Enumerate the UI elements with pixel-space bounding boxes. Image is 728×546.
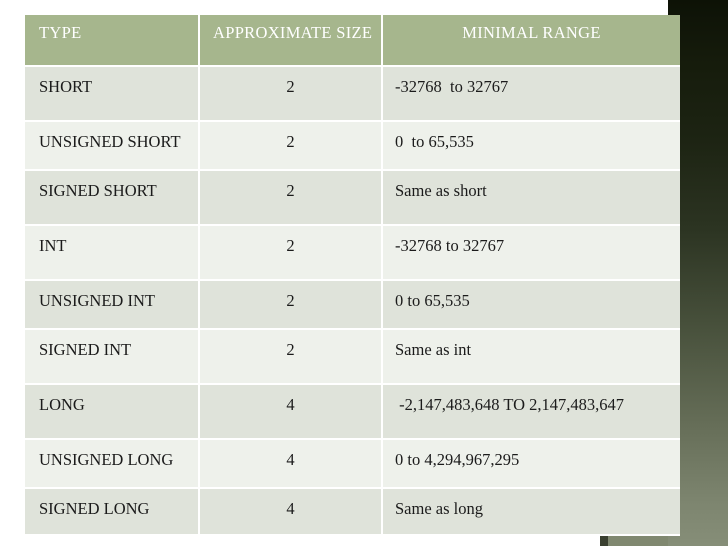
column-header-approximate-size: APPROXIMATE SIZE [199, 15, 383, 67]
column-header-minimal-range: MINIMAL RANGE [382, 15, 680, 67]
table-row: SIGNED LONG 4 Same as long [25, 488, 680, 536]
table-cell-type: SIGNED SHORT [25, 170, 200, 226]
table-cell-range: Same as long [382, 488, 680, 536]
table-cell-type-text: UNSIGNED INT [39, 291, 155, 310]
table-cell-range: Same as short [382, 170, 680, 226]
table-cell-type: SIGNED INT [25, 329, 200, 385]
table-cell-range-text: 0 to 65,535 [395, 291, 470, 310]
table-cell-size: 2 [199, 225, 383, 281]
table-cell-size: 2 [199, 280, 383, 330]
table-cell-size: 2 [199, 329, 383, 385]
table-cell-type-text: SIGNED LONG [39, 499, 150, 518]
table-cell-type-text: INT [39, 236, 67, 255]
table-row: UNSIGNED INT 2 0 to 65,535 [25, 280, 680, 330]
table-cell-size-text: 4 [286, 395, 295, 414]
table-cell-type-text: LONG [39, 395, 85, 414]
table-cell-type-text: UNSIGNED SHORT [39, 132, 181, 151]
table-row: SIGNED INT 2 Same as int [25, 329, 680, 385]
table-cell-range-text: -32768 to 32767 [395, 236, 505, 255]
table-cell-size-text: 4 [286, 450, 295, 469]
table-cell-size-text: 2 [286, 77, 295, 96]
table-cell-type: SIGNED LONG [25, 488, 200, 536]
table-header: TYPE APPROXIMATE SIZE MINIMAL RANGE [25, 15, 680, 67]
table-cell-range-text: 0 to 65,535 [395, 132, 474, 151]
table-cell-type: UNSIGNED INT [25, 280, 200, 330]
table-cell-size: 4 [199, 488, 383, 536]
table-cell-range-text: Same as long [395, 499, 483, 518]
table-cell-range-text: Same as int [395, 340, 472, 359]
table-cell-range: -2,147,483,648 TO 2,147,483,647 [382, 384, 680, 440]
table-cell-size-text: 4 [286, 499, 295, 518]
table-row: UNSIGNED LONG 4 0 to 4,294,967,295 [25, 439, 680, 489]
data-types-table: TYPE APPROXIMATE SIZE MINIMAL RANGE SHOR… [25, 15, 680, 536]
table-cell-size: 4 [199, 384, 383, 440]
column-header-type-label: TYPE [39, 23, 82, 42]
table-cell-size: 2 [199, 170, 383, 226]
table-cell-range-text: -32768 to 32767 [395, 77, 509, 96]
table-cell-size-text: 2 [286, 132, 295, 151]
table-cell-range: 0 to 65,535 [382, 121, 680, 171]
table-cell-type: UNSIGNED LONG [25, 439, 200, 489]
table-cell-type-text: SIGNED SHORT [39, 181, 157, 200]
table-cell-size: 4 [199, 439, 383, 489]
table-cell-type: LONG [25, 384, 200, 440]
table-cell-size-text: 2 [286, 181, 295, 200]
table-cell-type-text: UNSIGNED LONG [39, 450, 174, 469]
table-row: SHORT 2 -32768 to 32767 [25, 66, 680, 122]
table-cell-range: Same as int [382, 329, 680, 385]
table-cell-type-text: SIGNED INT [39, 340, 132, 359]
table-cell-type: INT [25, 225, 200, 281]
table-cell-range: 0 to 65,535 [382, 280, 680, 330]
table-cell-type-text: SHORT [39, 77, 93, 96]
table-cell-range-text: -2,147,483,648 TO 2,147,483,647 [395, 395, 625, 414]
column-header-minimal-range-label: MINIMAL RANGE [462, 23, 601, 42]
table-header-row: TYPE APPROXIMATE SIZE MINIMAL RANGE [25, 15, 680, 67]
table-cell-type: UNSIGNED SHORT [25, 121, 200, 171]
table-row: LONG 4 -2,147,483,648 TO 2,147,483,647 [25, 384, 680, 440]
table-cell-type: SHORT [25, 66, 200, 122]
slide-canvas: TYPE APPROXIMATE SIZE MINIMAL RANGE SHOR… [0, 0, 728, 546]
column-header-approximate-size-label: APPROXIMATE SIZE [213, 23, 373, 42]
column-header-type: TYPE [25, 15, 200, 67]
table-cell-size-text: 2 [286, 236, 295, 255]
table-cell-size-text: 2 [286, 291, 295, 310]
table-cell-size: 2 [199, 66, 383, 122]
table-cell-range: -32768 to 32767 [382, 66, 680, 122]
table-row: INT 2 -32768 to 32767 [25, 225, 680, 281]
table-cell-size-text: 2 [286, 340, 295, 359]
table-cell-size: 2 [199, 121, 383, 171]
table-cell-range-text: 0 to 4,294,967,295 [395, 450, 520, 469]
table-cell-range: -32768 to 32767 [382, 225, 680, 281]
table-cell-range-text: Same as short [395, 181, 487, 200]
table-row: UNSIGNED SHORT 2 0 to 65,535 [25, 121, 680, 171]
table-cell-range: 0 to 4,294,967,295 [382, 439, 680, 489]
table-row: SIGNED SHORT 2 Same as short [25, 170, 680, 226]
table-body: SHORT 2 -32768 to 32767 UNSIGNED SHORT 2 0 to… [25, 66, 680, 536]
